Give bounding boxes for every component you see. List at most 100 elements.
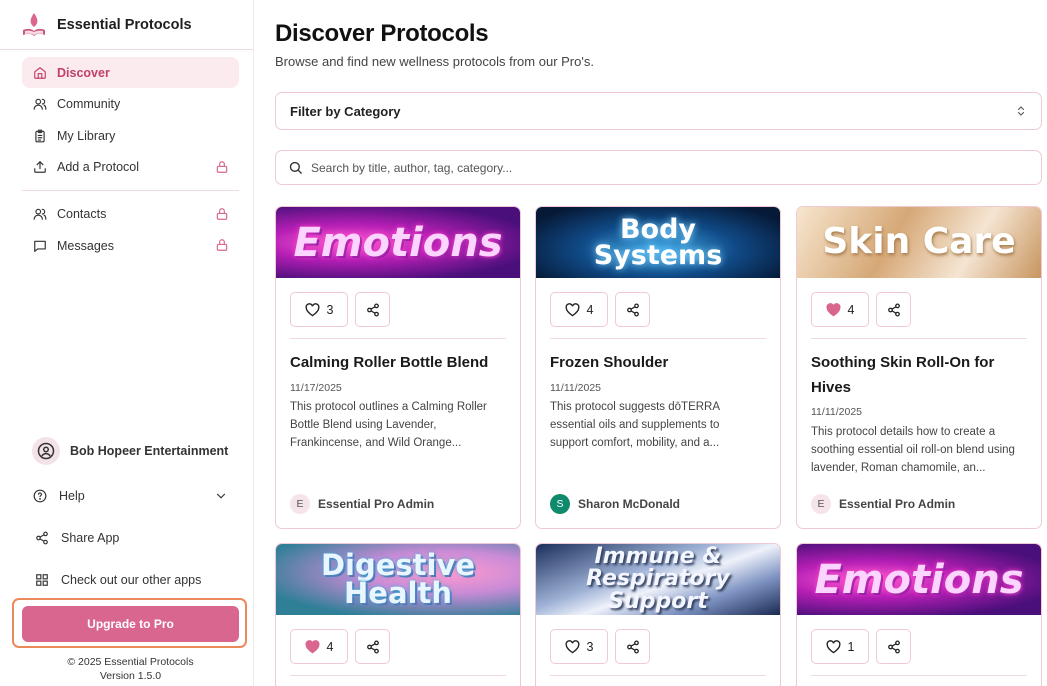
nav-item-community[interactable]: Community: [22, 89, 239, 120]
heart-icon: [565, 639, 579, 653]
divider: [290, 338, 506, 339]
share-button[interactable]: [615, 292, 650, 327]
protocol-card[interactable]: Emotions 1: [796, 543, 1042, 686]
version-text: Version 1.5.0: [99, 670, 162, 682]
banner-text: Emotions: [814, 556, 1024, 603]
card-title[interactable]: Soothing Skin Roll-On for Hives: [811, 350, 1011, 400]
category-filter-select[interactable]: Filter by Category: [275, 92, 1042, 130]
share-app-link[interactable]: Share App: [35, 531, 119, 545]
users-icon: [32, 96, 48, 112]
author-avatar: E: [811, 494, 831, 514]
share-icon: [887, 303, 900, 316]
message-icon: [32, 238, 48, 254]
lock-icon: [216, 239, 228, 251]
protocol-card[interactable]: Digestive Health 4: [275, 543, 521, 686]
user-profile[interactable]: Bob Hopeer Entertainment: [32, 437, 228, 465]
chevron-updown-icon: [1017, 106, 1025, 116]
nav-item-add-protocol[interactable]: Add a Protocol: [22, 152, 239, 183]
like-button[interactable]: 4: [290, 629, 348, 664]
help-label: Help: [59, 489, 85, 503]
lock-icon: [216, 160, 228, 173]
card-title[interactable]: Calming Roller Bottle Blend: [290, 350, 510, 375]
card-description: This protocol details how to create a so…: [811, 426, 1015, 474]
heart-icon: [565, 302, 579, 316]
nav-item-label: Discover: [57, 65, 110, 80]
upgrade-highlight: Upgrade to Pro: [12, 598, 247, 648]
card-date: 11/11/2025: [811, 406, 862, 418]
nav-item-label: Messages: [57, 238, 114, 253]
share-icon: [366, 640, 379, 653]
heart-filled-icon: [305, 639, 319, 653]
brand[interactable]: Essential Protocols: [20, 10, 192, 40]
like-button[interactable]: 4: [550, 292, 608, 327]
like-count: 3: [586, 639, 594, 654]
nav-item-label: Contacts: [57, 207, 107, 221]
protocol-card[interactable]: Emotions 3 Calming Roller Bottle Blend 1…: [275, 206, 521, 529]
chevron-down-icon[interactable]: [214, 489, 228, 503]
page-subtitle: Browse and find new wellness protocols f…: [275, 54, 594, 69]
nav-item-label: Community: [57, 97, 121, 111]
logo-icon: [23, 13, 45, 36]
divider: [22, 189, 239, 191]
user-circle-icon: [37, 442, 55, 460]
share-button[interactable]: [615, 629, 650, 664]
upgrade-button[interactable]: Upgrade to Pro: [22, 606, 239, 642]
share-icon: [887, 640, 900, 653]
nav-item-contacts[interactable]: Contacts: [22, 199, 239, 230]
protocol-card[interactable]: Body Systems 4 Frozen Shoulder 11/11/202…: [535, 206, 781, 529]
author-name: Essential Pro Admin: [839, 497, 956, 511]
page-title: Discover Protocols: [275, 20, 489, 47]
lock-icon: [216, 207, 228, 220]
card-description: This protocol suggests dōTERRA essential…: [550, 401, 720, 449]
banner-text: Immune & Respiratory Support: [586, 544, 730, 614]
search-input[interactable]: [311, 160, 1011, 175]
like-button[interactable]: 1: [811, 629, 869, 664]
card-author[interactable]: S Sharon McDonald: [550, 494, 680, 514]
nav-item-discover[interactable]: Discover: [22, 57, 239, 88]
share-button[interactable]: [355, 629, 390, 664]
card-banner: Immune & Respiratory Support: [536, 544, 780, 615]
author-name: Sharon McDonald: [578, 497, 681, 511]
upload-icon: [32, 159, 48, 175]
like-count: 1: [847, 639, 855, 654]
divider: [550, 338, 766, 339]
share-app-label: Share App: [61, 531, 120, 545]
user-name: Bob Hopeer Entertainment: [70, 444, 229, 458]
heart-icon: [305, 302, 319, 316]
card-author[interactable]: E Essential Pro Admin: [290, 494, 434, 514]
other-apps-label: Check out our other apps: [61, 573, 202, 587]
divider: [811, 675, 1027, 676]
divider: [811, 338, 1027, 339]
banner-text: Body Systems: [593, 213, 723, 271]
sidebar: Essential Protocols Discover Community M…: [0, 0, 254, 686]
author-avatar: S: [550, 494, 570, 514]
like-count: 4: [847, 302, 855, 317]
home-icon: [32, 65, 48, 81]
like-button[interactable]: 4: [811, 292, 869, 327]
card-description: This protocol outlines a Calming Roller …: [290, 401, 487, 449]
users-icon: [32, 206, 48, 222]
other-apps-link[interactable]: Check out our other apps: [35, 573, 201, 587]
clipboard-icon: [32, 128, 48, 144]
protocol-card[interactable]: Immune & Respiratory Support 3: [535, 543, 781, 686]
like-button[interactable]: 3: [550, 629, 608, 664]
nav-item-my-library[interactable]: My Library: [22, 120, 239, 151]
heart-filled-icon: [826, 302, 840, 316]
card-banner: Digestive Health: [276, 544, 520, 615]
divider: [0, 49, 253, 50]
share-button[interactable]: [876, 629, 911, 664]
nav-item-messages[interactable]: Messages: [22, 230, 239, 261]
protocol-card[interactable]: Skin Care 4 Soothing Skin Roll-On for Hi…: [796, 206, 1042, 529]
card-author[interactable]: E Essential Pro Admin: [811, 494, 955, 514]
like-button[interactable]: 3: [290, 292, 348, 327]
card-title[interactable]: Frozen Shoulder: [550, 350, 770, 375]
like-count: 4: [586, 302, 594, 317]
share-button[interactable]: [876, 292, 911, 327]
grid-icon: [36, 574, 48, 586]
search-bar[interactable]: [275, 150, 1042, 185]
author-avatar: E: [290, 494, 310, 514]
filter-label: Filter by Category: [290, 103, 401, 119]
help-link[interactable]: Help: [33, 489, 85, 503]
nav-item-label: Add a Protocol: [57, 160, 139, 174]
share-button[interactable]: [355, 292, 390, 327]
